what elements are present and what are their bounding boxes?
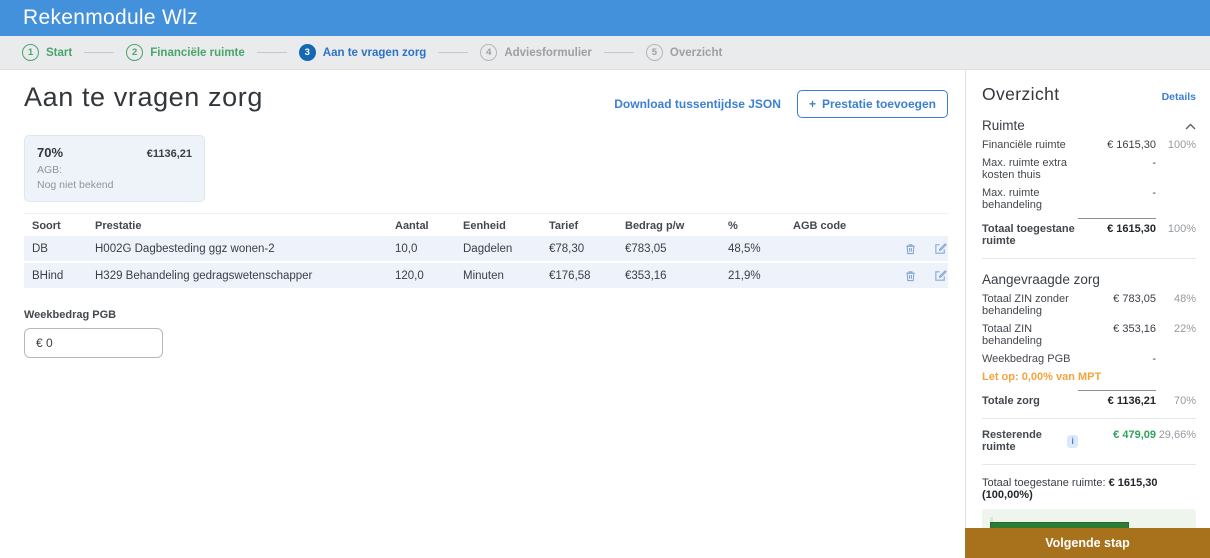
cell-tarief: €78,30 bbox=[549, 242, 585, 255]
pgb-field: Weekbedrag PGB bbox=[24, 309, 948, 359]
trash-icon bbox=[906, 271, 915, 282]
main-content: Aan te vragen zorg Download tussentijdse… bbox=[24, 70, 948, 359]
details-link[interactable]: Details bbox=[1162, 91, 1196, 103]
step-label: Aan te vragen zorg bbox=[322, 46, 427, 59]
divider bbox=[982, 258, 1196, 259]
trash-icon bbox=[906, 244, 915, 255]
cell-soort: BHind bbox=[32, 269, 64, 282]
step-label: Financiële ruimte bbox=[150, 46, 245, 59]
rekenmodule-app: Rekenmodule Wlz 1 Start 2 Financiële rui… bbox=[0, 0, 1210, 558]
cell-prestatie: H002G Dagbesteding ggz wonen-2 bbox=[95, 242, 275, 255]
step-label: Adviesformulier bbox=[504, 46, 592, 59]
step-connector bbox=[603, 51, 634, 54]
download-json-link[interactable]: Download tussentijdse JSON bbox=[614, 97, 781, 111]
sidebar-title: Overzicht bbox=[982, 84, 1060, 104]
agb-label: AGB: bbox=[37, 164, 63, 176]
prestatie-table: Soort Prestatie Aantal Eenheid Tarief Be… bbox=[24, 213, 948, 289]
col-bedrag: Bedrag p/w bbox=[625, 220, 685, 233]
edit-row-button[interactable] bbox=[933, 241, 948, 256]
zorg-row: Totaal ZIN behandeling € 353,16 22% bbox=[982, 323, 1196, 347]
summary-percent: 70% bbox=[37, 145, 64, 160]
edit-row-button[interactable] bbox=[933, 268, 948, 283]
table-header-row: Soort Prestatie Aantal Eenheid Tarief Be… bbox=[24, 213, 948, 234]
app-title: Rekenmodule Wlz bbox=[23, 6, 198, 29]
table-row: BHind H329 Behandeling gedragswetenschap… bbox=[24, 263, 948, 289]
ruimte-row: Financiële ruimte € 1615,30 100% bbox=[982, 139, 1196, 151]
pgb-input[interactable] bbox=[24, 328, 163, 359]
ruimte-total-row: Totaal toegestane ruimte € 1615,30 100% bbox=[982, 218, 1196, 247]
ruimte-row: Max. ruimte behandeling - bbox=[982, 187, 1156, 211]
col-eenheid: Eenheid bbox=[463, 220, 506, 233]
col-prestatie: Prestatie bbox=[95, 220, 142, 233]
step-number: 3 bbox=[298, 44, 316, 61]
page-title: Aan te vragen zorg bbox=[24, 82, 263, 112]
step-connector bbox=[84, 51, 115, 54]
summary-amount: €1136,21 bbox=[146, 148, 192, 160]
step-overzicht[interactable]: 5 Overzicht bbox=[645, 44, 723, 61]
aangevraagde-zorg-heading: Aangevraagde zorg bbox=[982, 272, 1100, 287]
step-connector bbox=[438, 51, 469, 54]
cell-tarief: €176,58 bbox=[549, 269, 591, 282]
cell-eenheid: Minuten bbox=[463, 269, 504, 282]
pgb-label: Weekbedrag PGB bbox=[24, 309, 117, 322]
col-soort: Soort bbox=[32, 220, 61, 233]
add-prestatie-button[interactable]: + Prestatie toevoegen bbox=[796, 90, 948, 118]
step-number: 1 bbox=[22, 44, 39, 61]
app-header: Rekenmodule Wlz bbox=[0, 0, 1210, 36]
cell-bedrag: €783,05 bbox=[625, 242, 667, 255]
cell-pct: 48,5% bbox=[728, 242, 761, 255]
resterende-ruimte-label: Resterende ruimte bbox=[982, 429, 1042, 453]
col-aantal: Aantal bbox=[395, 220, 429, 233]
edit-icon bbox=[935, 243, 947, 255]
cell-bedrag: €353,16 bbox=[625, 269, 667, 282]
chart-title: Totaal toegestane ruimte: € 1615,30 (100… bbox=[982, 477, 1158, 501]
step-aan-te-vragen-zorg[interactable]: 3 Aan te vragen zorg bbox=[298, 44, 427, 61]
info-icon[interactable]: i bbox=[1067, 434, 1078, 448]
divider bbox=[982, 464, 1196, 465]
col-tarief: Tarief bbox=[549, 220, 579, 233]
divider bbox=[982, 418, 1196, 419]
ruimte-heading: Ruimte bbox=[982, 118, 1025, 133]
add-prestatie-label: Prestatie toevoegen bbox=[821, 97, 936, 111]
step-number: 2 bbox=[126, 44, 144, 61]
delete-row-button[interactable] bbox=[903, 268, 918, 283]
wizard-stepper: 1 Start 2 Financiële ruimte 3 Aan te vra… bbox=[0, 36, 1210, 70]
step-label: Overzicht bbox=[669, 46, 723, 59]
resterende-ruimte-value: € 479,09 bbox=[1113, 429, 1156, 441]
agb-value: Nog niet bekend bbox=[37, 179, 114, 192]
cell-pct: 21,9% bbox=[728, 269, 761, 282]
delete-row-button[interactable] bbox=[903, 241, 918, 256]
cell-aantal: 120,0 bbox=[395, 269, 424, 282]
step-number: 5 bbox=[645, 44, 663, 61]
col-agb-code: AGB code bbox=[793, 220, 847, 233]
plus-icon: + bbox=[808, 97, 816, 111]
chevron-up-icon bbox=[1185, 123, 1196, 130]
zorg-row: Totaal ZIN zonder behandeling € 783,05 4… bbox=[982, 293, 1196, 317]
cell-eenheid: Dagdelen bbox=[463, 242, 513, 255]
collapse-ruimte-button[interactable] bbox=[1185, 118, 1196, 133]
zorg-row: Weekbedrag PGB - bbox=[982, 353, 1156, 365]
budget-summary-card: 70% €1136,21 AGB: Nog niet bekend bbox=[24, 135, 205, 203]
ruimte-row: Max. ruimte extra kosten thuis - bbox=[982, 157, 1156, 181]
step-financiele-ruimte[interactable]: 2 Financiële ruimte bbox=[126, 44, 245, 61]
zorg-total-row: Totale zorg € 1136,21 70% bbox=[982, 390, 1196, 407]
cell-prestatie: H329 Behandeling gedragswetenschapper bbox=[95, 269, 313, 282]
edit-icon bbox=[935, 270, 947, 282]
resterende-ruimte-pct: 29,66% bbox=[1158, 429, 1196, 441]
resterende-ruimte-row: Resterende ruimte i € 479,09 29,66% bbox=[982, 429, 1196, 453]
col-pct: % bbox=[728, 220, 738, 233]
step-adviesformulier[interactable]: 4 Adviesformulier bbox=[480, 44, 592, 61]
step-connector bbox=[256, 51, 287, 54]
overview-sidebar: Overzicht Details Ruimte Financiële ruim… bbox=[965, 70, 1210, 558]
table-row: DB H002G Dagbesteding ggz wonen-2 10,0 D… bbox=[24, 236, 948, 262]
volgende-stap-button[interactable]: Volgende stap bbox=[965, 528, 1210, 558]
step-label: Start bbox=[46, 46, 73, 59]
step-number: 4 bbox=[480, 44, 498, 61]
cell-aantal: 10,0 bbox=[395, 242, 418, 255]
mpt-warning: Let op: 0,00% van MPT bbox=[982, 371, 1102, 383]
step-start[interactable]: 1 Start bbox=[22, 44, 72, 61]
cell-soort: DB bbox=[32, 242, 48, 255]
